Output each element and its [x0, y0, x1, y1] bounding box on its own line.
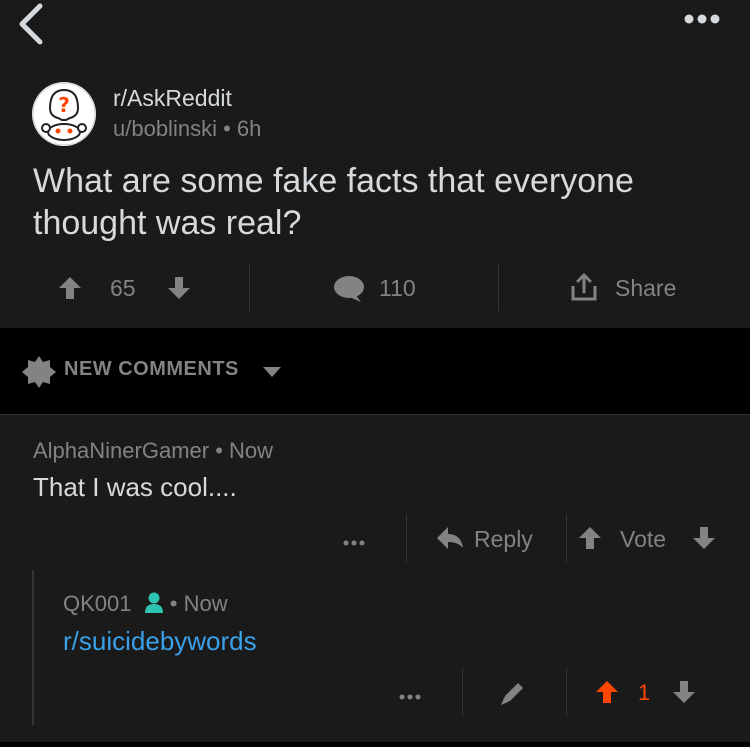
- comment-more-icon[interactable]: [398, 688, 422, 706]
- comment-author[interactable]: AlphaNinerGamer: [33, 438, 209, 463]
- downvote-icon: [168, 277, 190, 299]
- chevron-down-icon[interactable]: [262, 365, 282, 383]
- back-arrow-icon[interactable]: [14, 2, 50, 46]
- comment-age: Now: [183, 591, 228, 616]
- comment-author[interactable]: QK001: [63, 591, 132, 616]
- divider: [462, 668, 463, 716]
- subreddit-link[interactable]: r/suicidebywords: [63, 626, 257, 657]
- comment-author-line: AlphaNinerGamer • Now: [33, 438, 273, 464]
- upvote-button-active[interactable]: [594, 679, 620, 710]
- downvote-button[interactable]: [671, 679, 697, 710]
- separator-dot: •: [169, 591, 184, 616]
- post-author[interactable]: u/boblinski: [113, 116, 217, 141]
- downvote-button[interactable]: [166, 275, 192, 306]
- comment-score: 1: [638, 680, 651, 705]
- share-icon: [571, 273, 597, 301]
- user-badge-icon: [144, 592, 164, 620]
- bottom-edge: [0, 742, 750, 747]
- comment-age: Now: [229, 438, 274, 463]
- subreddit-name[interactable]: r/AskReddit: [113, 85, 232, 112]
- thread-line[interactable]: [32, 570, 34, 725]
- sort-label[interactable]: NEW COMMENTS: [64, 358, 239, 381]
- separator-dot: •: [215, 438, 230, 463]
- upvote-button[interactable]: [57, 275, 83, 306]
- divider: [249, 263, 250, 311]
- comment-more-icon[interactable]: [342, 534, 366, 552]
- divider: [566, 668, 567, 716]
- share-label[interactable]: Share: [615, 275, 676, 302]
- share-button[interactable]: [570, 272, 598, 307]
- upvote-icon: [579, 527, 601, 549]
- more-options-icon[interactable]: [682, 12, 722, 26]
- snoo-question-avatar: ?: [32, 82, 96, 146]
- upvote-button[interactable]: [577, 525, 603, 556]
- downvote-button[interactable]: [691, 525, 717, 556]
- comment-body: That I was cool....: [33, 472, 237, 502]
- edit-pencil-icon[interactable]: [499, 679, 527, 712]
- vote-label: Vote: [620, 526, 667, 552]
- subreddit-avatar[interactable]: ?: [32, 82, 96, 146]
- post-score: 65: [110, 275, 136, 301]
- upvote-icon: [59, 277, 81, 299]
- post-title[interactable]: What are some fake facts that everyone t…: [33, 160, 723, 244]
- upvote-icon: [596, 681, 618, 703]
- divider: [406, 514, 407, 562]
- post-age: 6h: [236, 116, 262, 141]
- downvote-icon: [693, 527, 715, 549]
- comments-button[interactable]: [333, 274, 365, 309]
- sort-gear-icon[interactable]: [22, 355, 56, 394]
- divider: [566, 514, 567, 562]
- comment-author-line: QK001 • Now: [63, 591, 228, 620]
- reply-arrow-icon[interactable]: [436, 526, 464, 555]
- separator-dot: •: [223, 116, 237, 141]
- reply-button[interactable]: Reply: [474, 526, 533, 553]
- downvote-icon: [673, 681, 695, 703]
- svg-text:?: ?: [58, 93, 70, 117]
- post-meta: u/boblinski • 6h: [113, 116, 261, 142]
- comments-count[interactable]: 110: [379, 275, 416, 302]
- divider: [498, 263, 499, 311]
- comment-bubble-icon: [334, 276, 364, 302]
